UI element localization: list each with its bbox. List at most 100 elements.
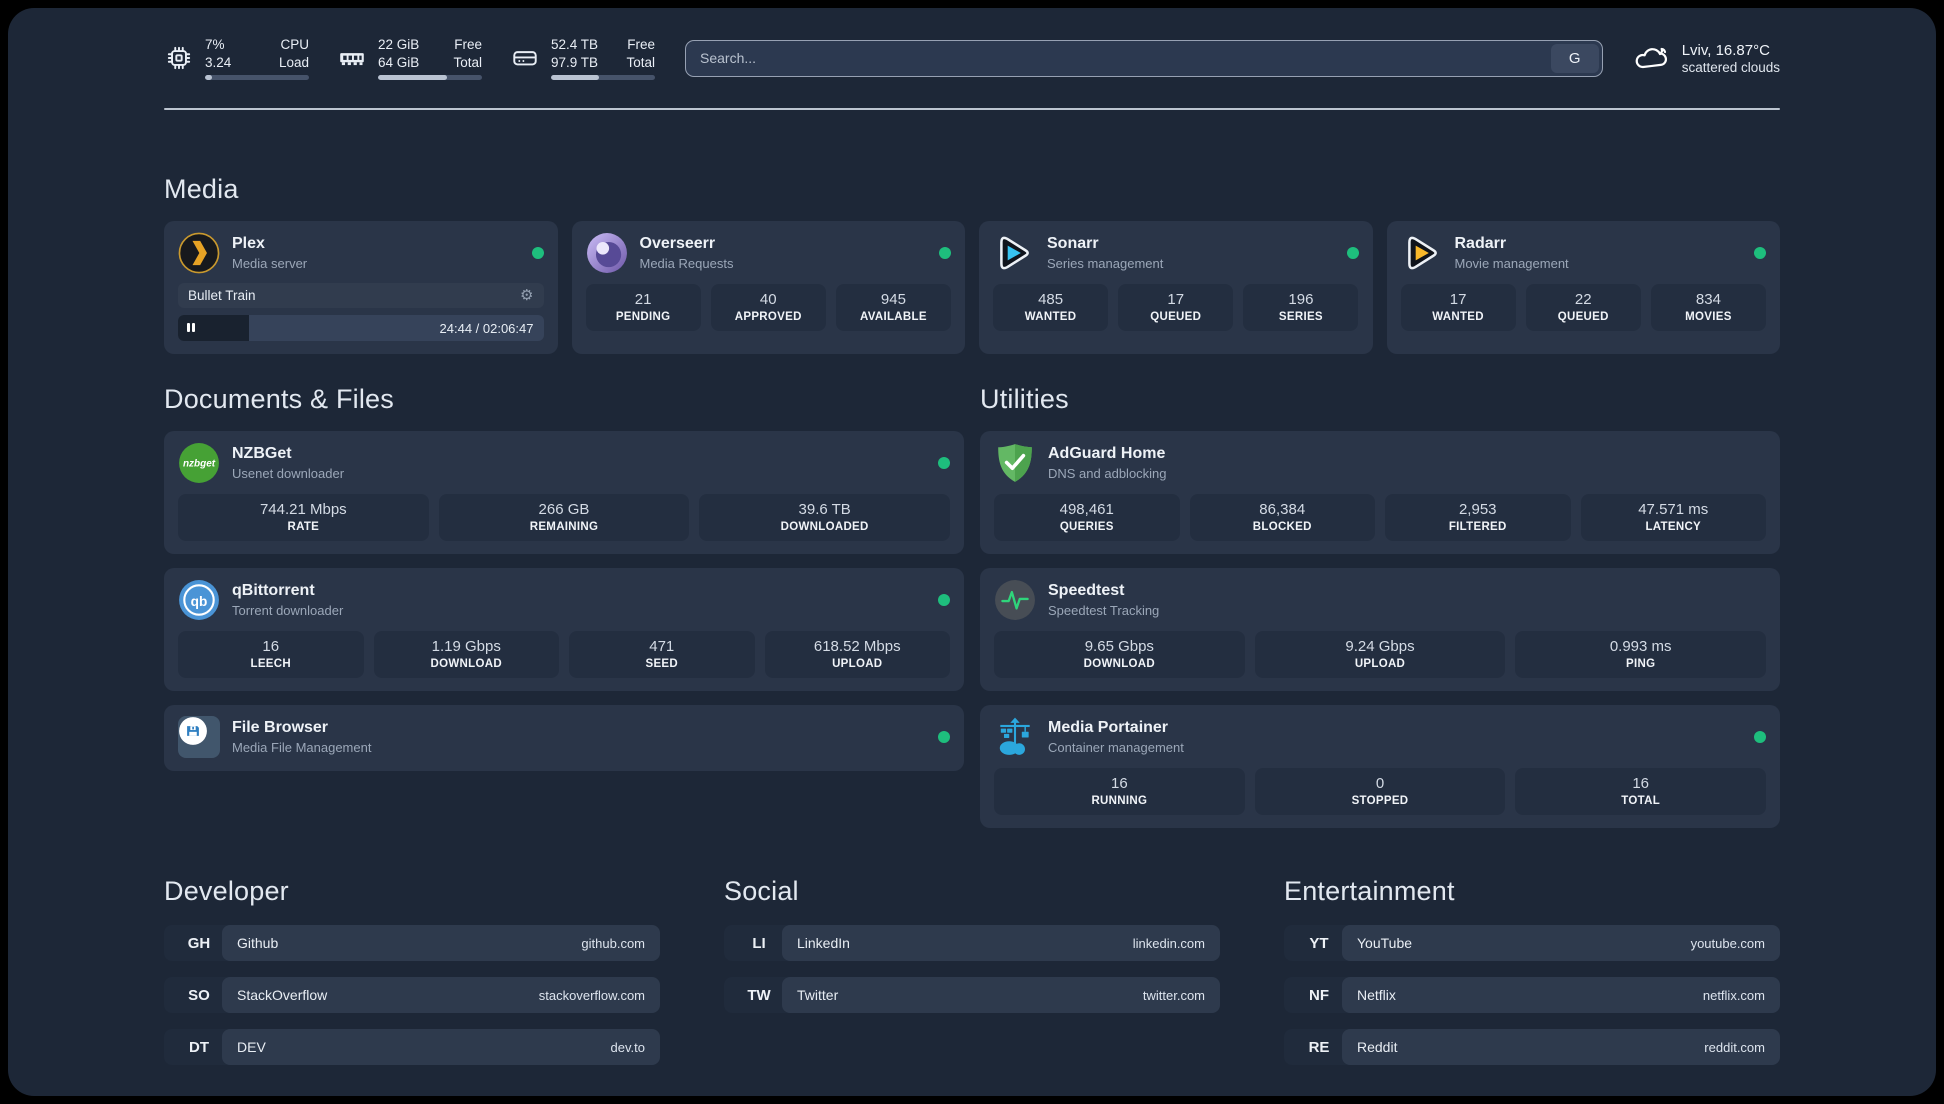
search-provider-button[interactable]: G [1550,43,1599,73]
gear-icon[interactable]: ⚙ [520,288,533,303]
stat-label: WANTED [1024,311,1077,323]
stat-label: BLOCKED [1252,521,1312,533]
link-github[interactable]: GH Github github.com [164,925,660,961]
link-list: YT YouTube youtube.com NF Netflix netflix.com… [1284,925,1780,1065]
documents-cards: nzbget NZBGet Usenet downloader 744.21 Mbps… [164,431,964,771]
link-body: LinkedIn linkedin.com [782,925,1220,961]
service-description: Media Requests [639,256,734,271]
stat-value: 485 [1038,291,1064,308]
stat-total: 16 TOTAL [1515,768,1766,815]
link-list: GH Github github.com SO StackOverflow stackov… [164,925,660,1065]
service-description: DNS and adblocking [1048,466,1167,481]
service-name: File Browser [232,719,329,736]
stat-value: 47.571 ms [1638,501,1709,518]
now-playing-title: Bullet Train [188,288,256,303]
stat-label: MOVIES [1685,311,1732,323]
link-group-social: Social LI LinkedIn linkedin.com TW Twitter twi… [724,876,1220,1065]
stat-label: SEED [645,658,679,670]
stat-label: AVAILABLE [860,311,927,323]
section-title-entertainment: Entertainment [1284,876,1455,906]
service-card-media-portainer[interactable]: Media Portainer Container management 16 RUN… [980,705,1780,828]
link-linkedin[interactable]: LI LinkedIn linkedin.com [724,925,1220,961]
service-card-qbittorrent[interactable]: qb qBittorrent Torrent downloader 16 LEECH 1.… [164,568,964,691]
pause-icon [187,319,197,337]
service-description: Media server [232,256,308,271]
utilities-cards: AdGuard Home DNS and adblocking 498,461 QUE… [980,431,1780,828]
pause-bar [192,323,195,332]
link-youtube[interactable]: YT YouTube youtube.com [1284,925,1780,961]
link-stackoverflow[interactable]: SO StackOverflow stackoverflow.com [164,977,660,1013]
stat-value: 945 [880,291,906,308]
nzbget-icon: nzbget [178,442,220,484]
stat-value: 22 [1574,291,1592,308]
service-card-plex[interactable]: Plex Media server Bullet Train ⚙ 24:44 / 02:… [164,221,558,354]
metric-ram-usage-fill [378,75,447,81]
stat-wanted: 17 WANTED [1400,284,1516,331]
service-header-nzbget: nzbget NZBGet Usenet downloader [178,442,950,484]
service-card-sonarr[interactable]: Sonarr Series management 485 WANTED 17 QUEUED… [979,221,1373,354]
stat-filtered: 2,953 FILTERED [1385,494,1571,541]
now-playing-row: Bullet Train ⚙ [178,283,544,308]
link-dev[interactable]: DT DEV dev.to [164,1029,660,1065]
stat-label: UPLOAD [832,658,883,670]
search-bar: G [685,39,1603,77]
metric-cpu-values: 7% 3.24 [205,36,231,71]
link-body: DEV dev.to [222,1029,660,1065]
cpu-icon [164,43,194,73]
radarr-icon [1401,232,1443,274]
stat-label: PENDING [615,311,671,323]
link-url: linkedin.com [1132,935,1205,951]
media-cards: Plex Media server Bullet Train ⚙ 24:44 / 02:… [164,221,1780,354]
service-name: NZBGet [232,445,292,462]
service-card-file-browser[interactable]: File Browser Media File Management [164,705,964,771]
link-netflix[interactable]: NF Netflix netflix.com [1284,977,1780,1013]
service-card-radarr[interactable]: Radarr Movie management 17 WANTED 22 QUEUED 83… [1386,221,1780,354]
service-card-nzbget[interactable]: nzbget NZBGet Usenet downloader 744.21 Mbps… [164,431,964,554]
stat-upload: 9.24 Gbps UPLOAD [1254,631,1506,678]
section-title-documents: Documents & Files [164,384,394,414]
search-input[interactable] [686,50,1602,66]
metric-ram-readout: 22 GiB 64 GiB Free Total [378,36,482,81]
link-name: StackOverflow [237,987,328,1003]
disk-icon [510,43,540,73]
service-stats: 21 PENDING 40 APPROVED 945 AVAILABLE [585,284,952,331]
service-header-overseerr: Overseerr Media Requests [586,232,951,274]
service-card-speedtest[interactable]: Speedtest Speedtest Tracking 9.65 Gbps DOWN… [980,568,1780,691]
pause-bar [187,323,190,332]
service-header-radarr: Radarr Movie management [1401,232,1766,274]
service-card-adguard-home[interactable]: AdGuard Home DNS and adblocking 498,461 QUE… [980,431,1780,554]
link-reddit[interactable]: RE Reddit reddit.com [1284,1029,1780,1065]
stat-seed: 471 SEED [569,631,755,678]
service-description: Speedtest Tracking [1048,603,1160,618]
service-stats: 17 WANTED 22 QUEUED 834 MOVIES [1400,284,1767,331]
service-stats: 16 RUNNING 0 STOPPED 16 TOTAL [994,768,1766,815]
service-name: Sonarr [1047,235,1099,252]
stat-value: 9.24 Gbps [1345,638,1415,655]
stat-label: TOTAL [1621,795,1661,807]
stat-value: 618.52 Mbps [813,638,901,655]
link-group-entertainment: Entertainment YT YouTube youtube.com NF Netfl… [1284,876,1780,1065]
stat-label: SERIES [1278,311,1323,323]
link-name: Github [237,935,279,951]
stat-downloaded: 39.6 TB DOWNLOADED [699,494,950,541]
metric-label-line: Load [278,54,309,70]
link-twitter[interactable]: TW Twitter twitter.com [724,977,1220,1013]
playback-progress-bar[interactable]: 24:44 / 02:06:47 [178,315,544,341]
stat-value: 17 [1449,291,1467,308]
metric-disk-usage-bar [551,75,655,81]
stat-label: APPROVED [734,311,802,323]
service-header-sonarr: Sonarr Series management [993,232,1359,274]
stat-label: QUEUED [1150,311,1202,323]
link-body: YouTube youtube.com [1342,925,1780,961]
metric-label-line: CPU [280,36,309,52]
playback-time: 24:44 / 02:06:47 [439,320,534,336]
topbar-divider [164,108,1780,110]
metric-cpu-labels: CPU Load [279,36,309,71]
link-name: Reddit [1357,1039,1398,1055]
link-body: Github github.com [222,925,660,961]
stat-download: 9.65 Gbps DOWNLOAD [994,631,1245,678]
stat-pending: 21 PENDING [585,284,701,331]
stat-label: QUEUED [1557,311,1609,323]
service-card-overseerr[interactable]: Overseerr Media Requests 21 PENDING 40 APPROV… [571,221,965,354]
link-url: reddit.com [1704,1039,1765,1055]
